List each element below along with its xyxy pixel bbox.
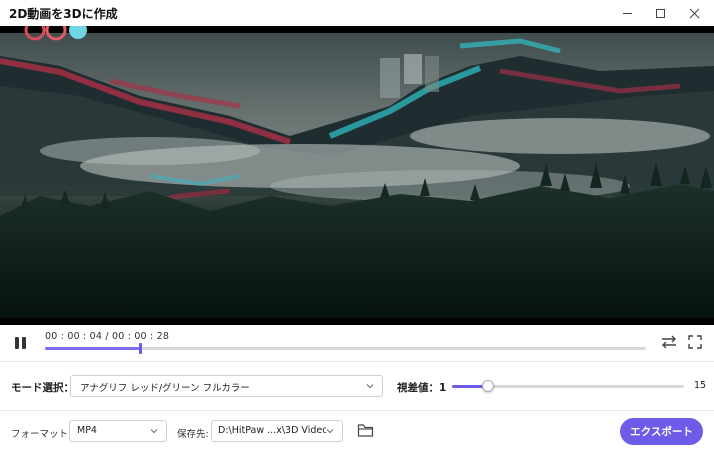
save-path-value: D:\HitPaw ...x\3D Video bbox=[218, 425, 329, 436]
divider bbox=[0, 410, 714, 411]
window-title: 2D動画を3Dに作成 bbox=[9, 7, 118, 21]
playback-controls: 00 : 00 : 04 / 00 : 00 : 28 bbox=[0, 325, 714, 361]
swap-icon bbox=[662, 335, 676, 349]
video-progress-thumb[interactable] bbox=[139, 343, 142, 354]
parallax-slider[interactable] bbox=[452, 380, 684, 392]
fullscreen-icon bbox=[688, 335, 702, 349]
mode-label: モード選択： bbox=[11, 382, 74, 394]
save-location-label: 保存先: bbox=[177, 429, 209, 440]
fullscreen-button[interactable] bbox=[688, 335, 702, 349]
minimize-button[interactable] bbox=[612, 0, 642, 26]
format-select-value: MP4 bbox=[77, 425, 97, 436]
parallax-slider-thumb[interactable] bbox=[482, 380, 494, 392]
swap-button[interactable] bbox=[661, 335, 677, 349]
format-label: フォーマット: bbox=[11, 429, 72, 440]
close-icon bbox=[689, 8, 699, 18]
save-path-select[interactable]: D:\HitPaw ...x\3D Video bbox=[211, 420, 343, 442]
mode-select-value: アナグリフ レッド/グリーン フルカラー bbox=[80, 383, 250, 394]
chevron-down-icon bbox=[366, 384, 374, 389]
video-preview[interactable] bbox=[0, 26, 714, 325]
video-progress-fill bbox=[45, 347, 140, 350]
parallax-max-value: 15 bbox=[694, 380, 707, 391]
export-button[interactable]: エクスポート bbox=[620, 418, 703, 445]
video-progress-track[interactable] bbox=[45, 343, 646, 354]
title-bar: 2D動画を3Dに作成 bbox=[0, 0, 714, 26]
maximize-button[interactable] bbox=[645, 0, 675, 26]
folder-icon bbox=[357, 424, 374, 437]
mode-select[interactable]: アナグリフ レッド/グリーン フルカラー bbox=[70, 375, 383, 397]
format-select[interactable]: MP4 bbox=[69, 420, 167, 442]
timecode: 00 : 00 : 04 / 00 : 00 : 28 bbox=[45, 331, 170, 342]
parallax-label: 視差値：1 bbox=[397, 382, 447, 394]
divider bbox=[0, 361, 714, 362]
chevron-down-icon bbox=[150, 429, 158, 434]
pause-icon bbox=[15, 337, 19, 349]
pause-button[interactable] bbox=[14, 337, 28, 350]
open-folder-button[interactable] bbox=[357, 423, 374, 438]
close-button[interactable] bbox=[679, 0, 709, 26]
video-frame bbox=[0, 26, 714, 325]
maximize-icon bbox=[655, 8, 665, 18]
pause-icon-bar bbox=[22, 337, 26, 349]
minimize-icon bbox=[622, 12, 632, 14]
chevron-down-icon bbox=[326, 427, 334, 435]
